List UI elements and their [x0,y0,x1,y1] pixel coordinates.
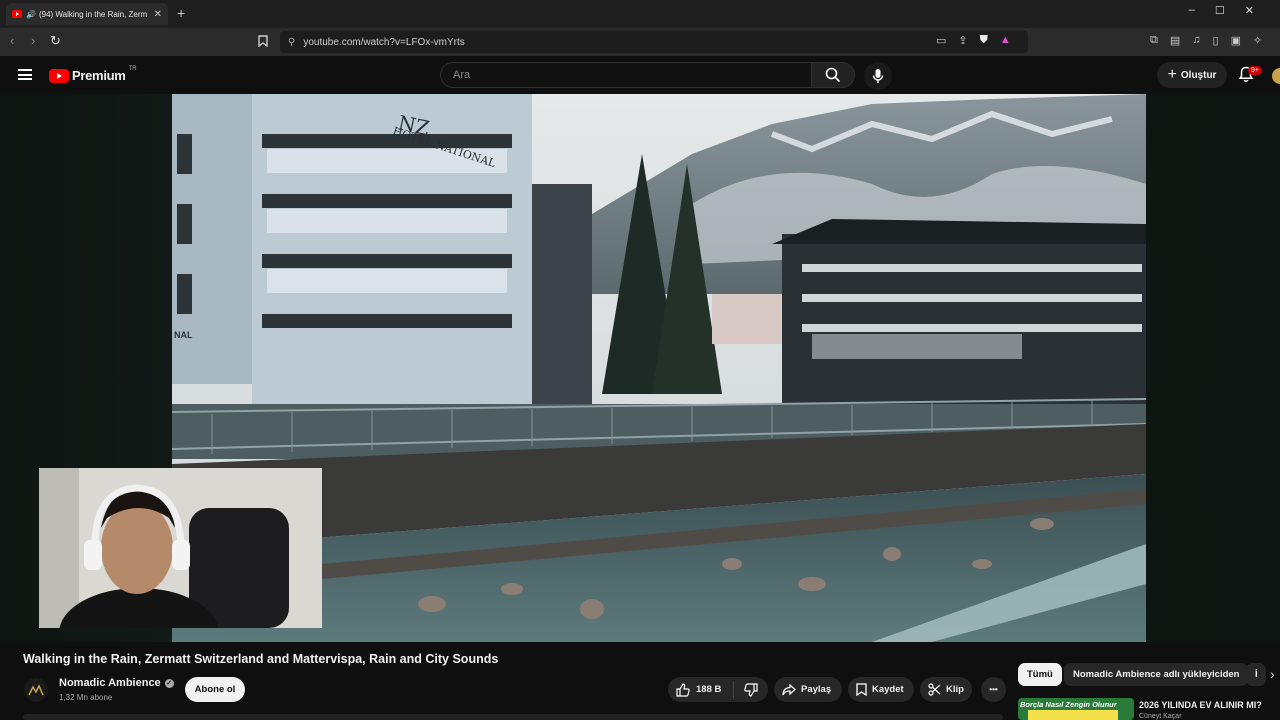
window-controls: – ☐ ✕ [1189,4,1280,17]
youtube-favicon-icon [12,10,22,18]
share-page-icon[interactable]: ⇪ [958,34,967,47]
recommended-channel: Cüneyt Kaçar [1139,713,1182,720]
extensions-icon[interactable]: ⧉ [1150,34,1158,47]
reader-icon[interactable]: ▤ [1170,34,1180,47]
channel-logo-icon [28,684,44,696]
reload-icon[interactable]: ↻ [50,33,61,49]
like-button[interactable]: 188 B [668,681,735,698]
rewards-icon[interactable]: ▲ [1000,34,1011,47]
save-label: Kaydet [872,684,904,695]
speaker-icon[interactable]: 🔊 [26,10,36,19]
logo-text: Premium [72,68,126,83]
thumbs-up-icon [676,682,690,697]
browser-nav-bar: ‹ › ↻ ⚲ youtube.com/watch?v=LFOx-vmYrts … [0,28,1280,56]
subscribe-button[interactable]: Abone ol [185,677,245,702]
channel-name: Nomadic Ambience [59,677,161,689]
scissors-icon [928,683,941,696]
browser-tab-bar: 🔊 (94) Walking in the Rain, Zerm ✕ + – ☐… [0,0,1280,28]
create-button[interactable]: + Oluştur [1157,62,1227,88]
address-bar-actions: ▭ ⇪ ⛊ ▲ [936,34,1011,47]
subscriber-count: 1,32 Mn abone [59,693,113,702]
clip-label: Klip [946,684,964,695]
close-window-button[interactable]: ✕ [1245,4,1254,17]
description-box[interactable] [23,714,1003,720]
search-button[interactable] [811,62,855,88]
close-tab-icon[interactable]: ✕ [154,9,162,20]
verified-icon: ✓ [164,678,174,688]
menu-icon[interactable] [18,69,32,80]
share-button[interactable]: Paylaş [774,677,842,702]
back-icon[interactable]: ‹ [10,33,14,48]
address-bar[interactable]: ⚲ youtube.com/watch?v=LFOx-vmYrts [280,31,1028,53]
thumbs-down-icon [744,682,758,697]
microphone-icon [872,69,884,83]
search-icon [825,67,841,83]
plus-icon: + [1167,66,1177,83]
like-count: 188 B [696,684,722,695]
maximize-button[interactable]: ☐ [1215,4,1225,17]
forward-icon[interactable]: › [31,33,35,48]
share-icon [782,683,796,695]
leo-icon[interactable]: ✧ [1253,34,1262,47]
chip-more[interactable]: İ [1246,663,1266,686]
chip-all[interactable]: Tümü [1018,663,1062,686]
youtube-logo-icon [49,68,69,83]
thumbnail-banner [1028,710,1118,720]
search-placeholder: Ara [453,69,471,81]
webcam-feed [39,468,322,628]
voice-search-button[interactable] [864,62,892,90]
dislike-button[interactable] [734,682,758,697]
like-dislike-group: 188 B [668,677,768,702]
minimize-button[interactable]: – [1189,4,1195,17]
browser-tab[interactable]: 🔊 (94) Walking in the Rain, Zerm ✕ [6,3,168,25]
youtube-premium-logo[interactable]: Premium TR [49,65,137,83]
country-code: TR [128,65,137,72]
channel-avatar[interactable] [24,678,48,702]
music-icon[interactable]: ♫ [1192,34,1200,47]
more-actions-button[interactable]: ••• [981,677,1006,702]
wall-sign: NAL [174,330,193,340]
thumbnail-text: Borçla Nasıl Zengin Olunur [1020,700,1117,709]
youtube-header: Premium TR Ara + Oluştur [0,56,1280,94]
new-tab-button[interactable]: + [177,5,185,21]
share-label: Paylaş [801,684,832,695]
video-title: Walking in the Rain, Zermatt Switzerland… [23,652,499,666]
clip-button[interactable]: Klip [920,677,972,702]
bookmark-save-icon [856,683,867,696]
bookmark-icon[interactable] [258,35,268,50]
brave-shield-icon[interactable]: ⛊ [980,34,988,47]
search-input[interactable]: Ara [440,62,812,88]
chip-from-uploader[interactable]: Nomadic Ambience adlı yükleyiciden [1064,663,1249,686]
wallet-icon[interactable]: ▣ [1231,34,1241,47]
toolbar-icons: ⧉ ▤ ♫ ▯ ▣ ✧ [1150,34,1262,47]
tab-title: (94) Walking in the Rain, Zerm [38,9,148,19]
notification-badge: 9+ [1248,66,1262,75]
create-label: Oluştur [1180,69,1217,81]
site-info-icon[interactable]: ⚲ [288,37,295,48]
recommended-title[interactable]: 2026 YILINDA EV ALINIR MI? [1139,700,1262,710]
recommended-thumbnail[interactable]: Borçla Nasıl Zengin Olunur [1018,698,1134,720]
webcam-overlay [39,468,322,628]
save-button[interactable]: Kaydet [848,677,914,702]
sidebar-toggle-icon[interactable]: ▯ [1213,34,1219,47]
channel-name-row[interactable]: Nomadic Ambience ✓ [59,677,174,689]
cast-icon[interactable]: ▭ [936,34,946,47]
url-text: youtube.com/watch?v=LFOx-vmYrts [303,36,465,48]
chips-next-icon[interactable]: › [1270,666,1275,682]
